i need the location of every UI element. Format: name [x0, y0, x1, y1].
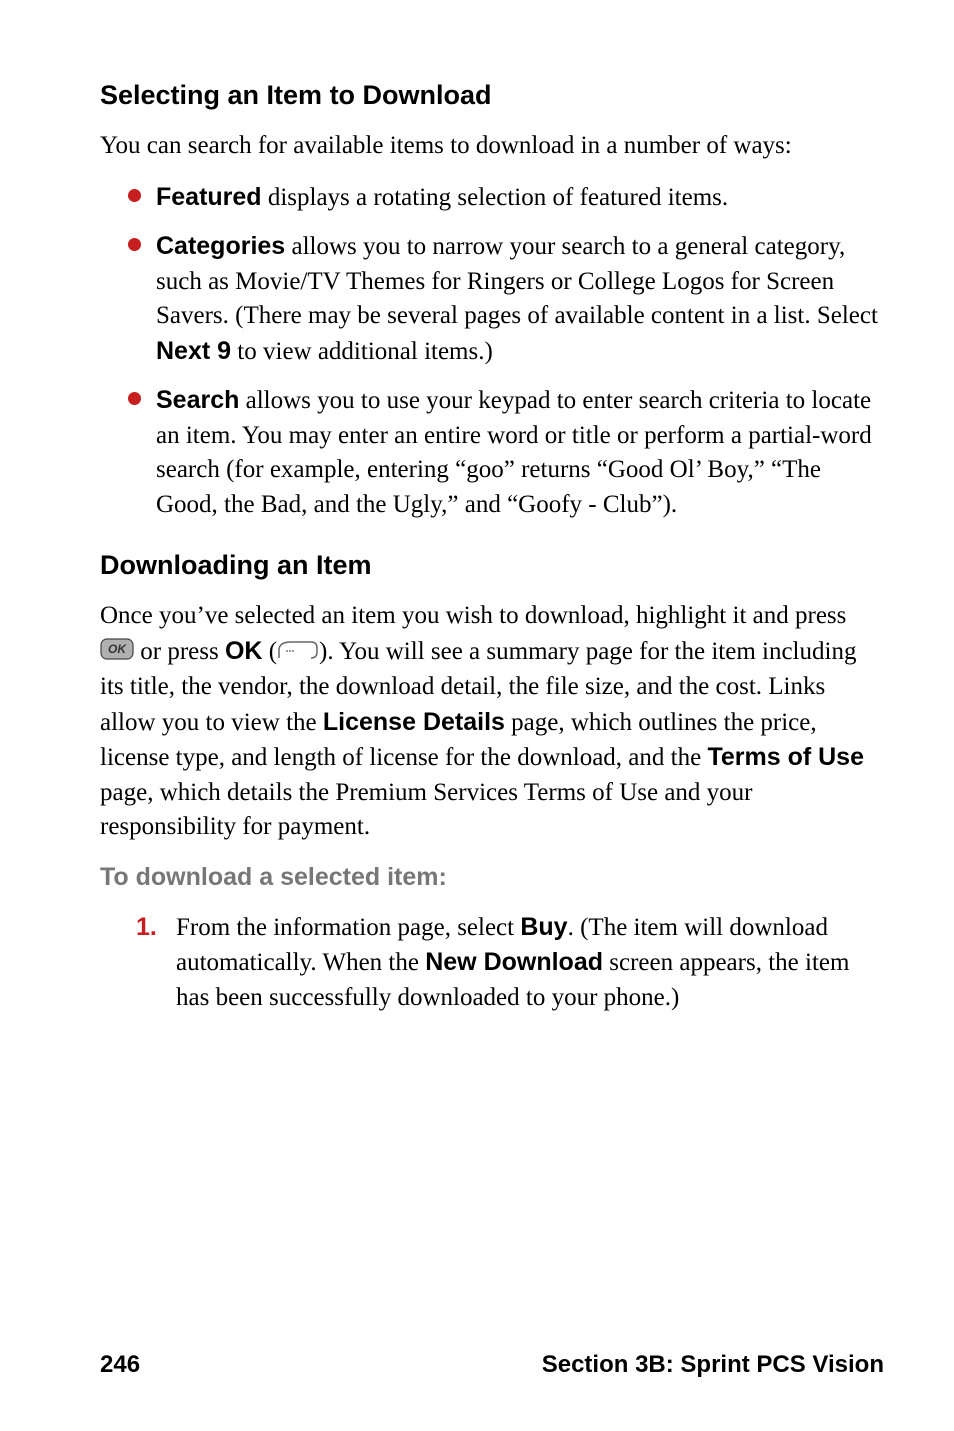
page-footer: 246 Section 3B: Sprint PCS Vision [100, 1351, 884, 1379]
list-item-categories: Categories allows you to narrow your sea… [128, 229, 884, 369]
buy-label: Buy [520, 913, 567, 941]
section-downloading: Downloading an Item Once you’ve selected… [100, 550, 884, 1015]
heading-downloading: Downloading an Item [100, 550, 884, 581]
step1-text-1: From the information page, select [176, 914, 520, 941]
categories-text-2: to view additional items.) [231, 338, 493, 365]
dl-text-2: or press [140, 638, 225, 665]
list-item-search: Search allows you to use your keypad to … [128, 383, 884, 522]
section-label: Section 3B: Sprint PCS Vision [542, 1351, 884, 1379]
terms-of-use-label: Terms of Use [707, 743, 864, 771]
featured-label: Featured [156, 183, 262, 211]
svg-text:OK: OK [108, 642, 127, 656]
section-selecting-item: Selecting an Item to Download You can se… [100, 80, 884, 522]
softkey-icon [277, 636, 319, 671]
dl-text-1: Once you’ve selected an item you wish to… [100, 602, 846, 629]
dl-text-6: page, which details the Premium Services… [100, 779, 753, 841]
page-number: 246 [100, 1351, 140, 1379]
dl-text-3: ( [262, 638, 277, 665]
ways-list: Featured displays a rotating selection o… [100, 180, 884, 523]
ok-key-icon: OK [100, 636, 134, 671]
heading-selecting: Selecting an Item to Download [100, 80, 884, 111]
instruction-label: To download a selected item: [100, 863, 884, 892]
step-number: 1. [136, 910, 157, 945]
categories-label: Categories [156, 232, 285, 260]
steps-list: 1. From the information page, select Buy… [100, 910, 884, 1016]
license-details-label: License Details [323, 708, 505, 736]
download-para: Once you’ve selected an item you wish to… [100, 599, 884, 845]
intro-para: You can search for available items to do… [100, 129, 884, 164]
step-1: 1. From the information page, select Buy… [136, 910, 884, 1016]
next9-label: Next 9 [156, 337, 231, 365]
list-item-featured: Featured displays a rotating selection o… [128, 180, 884, 216]
search-text: allows you to use your keypad to enter s… [156, 387, 872, 518]
new-download-label: New Download [425, 948, 603, 976]
featured-text: displays a rotating selection of feature… [262, 184, 729, 211]
ok-label: OK [225, 637, 263, 665]
search-label: Search [156, 386, 239, 414]
